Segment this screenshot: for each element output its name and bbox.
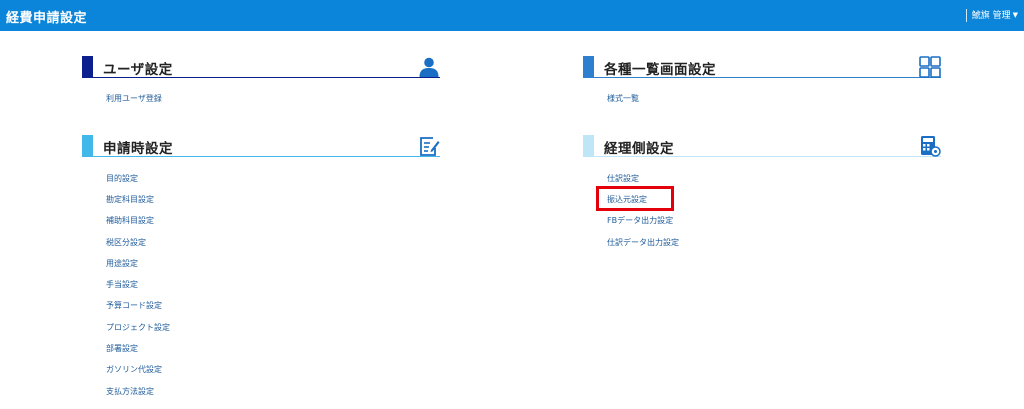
- link-account-settings[interactable]: 勘定科目設定: [106, 194, 154, 205]
- link-department-settings[interactable]: 部署設定: [106, 343, 138, 354]
- highlight-box: [596, 186, 674, 211]
- edit-document-icon: [420, 137, 440, 156]
- link-user-registration[interactable]: 利用ユーザ登録: [106, 93, 162, 104]
- link-gasoline-settings[interactable]: ガソリン代設定: [106, 364, 162, 375]
- section-application-settings: 申請時設定 目的設定 勘定科目設定 補助科目設定 税区分設定 用途設定 手当設定…: [82, 135, 440, 396]
- section-accounting-settings: 経理側設定 仕訳設定 振込元設定 FBデータ出力設定 仕訳データ出力設定: [583, 135, 941, 247]
- section-header: 経理側設定: [583, 135, 941, 157]
- link-allowance-settings[interactable]: 手当設定: [106, 279, 138, 290]
- section-accent-bar: [82, 56, 93, 78]
- top-bar: 経費申請設定 鯱旗 管理 ▼: [0, 0, 1024, 31]
- user-menu[interactable]: 鯱旗 管理 ▼: [965, 9, 1018, 22]
- app-title: 経費申請設定: [6, 11, 88, 26]
- link-fb-data-output-settings[interactable]: FBデータ出力設定: [607, 215, 673, 226]
- section-accent-bar: [82, 135, 93, 157]
- section-user-settings: ユーザ設定 利用ユーザ登録: [82, 56, 440, 103]
- caret-down-icon: ▼: [1012, 11, 1018, 19]
- section-title: 申請時設定: [103, 141, 173, 157]
- link-form-list[interactable]: 様式一覧: [607, 93, 639, 104]
- section-header: 各種一覧画面設定: [583, 56, 941, 78]
- link-purpose-settings[interactable]: 目的設定: [106, 173, 138, 184]
- section-accent-bar: [583, 56, 594, 78]
- link-subaccount-settings[interactable]: 補助科目設定: [106, 215, 154, 226]
- link-budget-code-settings[interactable]: 予算コード設定: [106, 300, 162, 311]
- link-journal-settings[interactable]: 仕訳設定: [607, 173, 639, 184]
- link-usage-settings[interactable]: 用途設定: [106, 258, 138, 269]
- section-header: 申請時設定: [82, 135, 440, 157]
- section-title: 各種一覧画面設定: [604, 62, 716, 78]
- link-project-settings[interactable]: プロジェクト設定: [106, 322, 170, 333]
- section-list-settings: 各種一覧画面設定 様式一覧: [583, 56, 941, 103]
- grid-icon: [919, 56, 941, 78]
- user-icon: [419, 57, 439, 77]
- link-tax-settings[interactable]: 税区分設定: [106, 237, 146, 248]
- section-title: ユーザ設定: [103, 62, 173, 78]
- user-name: 鯱旗 管理: [971, 11, 1011, 21]
- section-accent-bar: [583, 135, 594, 157]
- link-payment-method-settings[interactable]: 支払方法設定: [106, 386, 154, 397]
- section-header: ユーザ設定: [82, 56, 440, 78]
- section-title: 経理側設定: [604, 141, 674, 157]
- link-journal-data-output-settings[interactable]: 仕訳データ出力設定: [607, 237, 679, 248]
- calculator-icon: [921, 136, 941, 157]
